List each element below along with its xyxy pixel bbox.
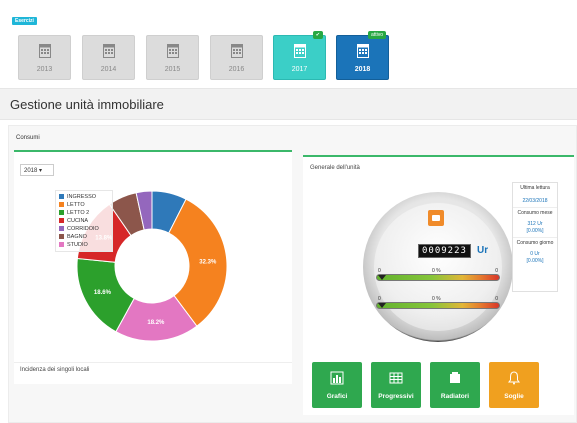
legend-swatch: [59, 226, 64, 232]
meter-counter: 0009223: [418, 244, 471, 258]
year-label: 2018: [354, 66, 371, 73]
chart-legend: INGRESSO LETTO LETTO 2 CUCINA CORRIDOIO …: [55, 190, 113, 252]
year-label: 2017: [291, 66, 308, 73]
meter-unit: Ur: [477, 245, 489, 256]
legend-label: BAGNO: [67, 234, 87, 240]
info-label: Consumo mese: [517, 210, 553, 216]
caption-box: [14, 362, 292, 384]
legend-label: STUDIO: [67, 242, 88, 248]
legend-item[interactable]: INGRESSO: [59, 193, 109, 201]
chart-caption: Incidenza dei singoli locali: [20, 367, 90, 373]
year-dropdown[interactable]: 2018 ▾: [20, 164, 54, 176]
consumi-section-label: Consumi: [16, 135, 40, 141]
legend-label: LETTO 2: [67, 210, 90, 216]
year-tile-2013[interactable]: 2013: [18, 35, 71, 80]
generale-title: Generale dell'unità: [310, 165, 360, 171]
radiatori-button[interactable]: Radiatori: [430, 362, 480, 408]
gauge-track: [376, 274, 500, 281]
page-title-bar: Gestione unità immobiliare: [0, 88, 577, 120]
consumption-gauge-bar: 0 0 % 0: [376, 268, 500, 282]
active-badge: attivo: [368, 31, 386, 39]
closed-check-badge: ✔: [312, 31, 323, 39]
slice-label: 32.3%: [199, 259, 217, 265]
consumption-gauge-bar: 0 0 % 0: [376, 296, 500, 310]
calendar-icon: [356, 44, 369, 58]
gauge-track: [376, 302, 500, 309]
info-row: Consumo mese 312 Ur [0.00%]: [513, 208, 557, 238]
year-label: 2014: [100, 66, 117, 73]
progressivi-button[interactable]: Progressivi: [371, 362, 421, 408]
table-icon: [389, 372, 403, 384]
grafici-button[interactable]: Grafici: [312, 362, 362, 408]
legend-item[interactable]: BAGNO: [59, 233, 109, 241]
legend-swatch: [59, 210, 64, 216]
legend-item[interactable]: STUDIO: [59, 241, 109, 249]
legend-label: CORRIDOIO: [67, 226, 99, 232]
year-tile-2018[interactable]: attivo 2018: [336, 31, 389, 80]
info-row: Ultima lettura 22/03/2018: [513, 183, 557, 208]
year-tile-2016[interactable]: 2016: [210, 35, 263, 80]
info-value: 22/03/2018: [522, 198, 548, 204]
reading-info-box: Ultima lettura 22/03/2018 Consumo mese 3…: [512, 182, 558, 292]
info-value: 312 Ur: [527, 221, 543, 227]
legend-item[interactable]: LETTO: [59, 201, 109, 209]
button-label: Grafici: [326, 393, 348, 400]
legend-label: CUCINA: [67, 218, 89, 224]
calendar-icon: [102, 44, 115, 58]
year-tile-2014[interactable]: 2014: [82, 35, 135, 80]
year-label: 2016: [228, 66, 245, 73]
legend-item[interactable]: CORRIDOIO: [59, 225, 109, 233]
info-label: Ultima lettura: [520, 185, 550, 191]
gauge-marker: [378, 275, 386, 280]
legend-item[interactable]: CUCINA: [59, 217, 109, 225]
info-label: Consumo giorno: [516, 240, 554, 246]
radiator-icon: [428, 210, 444, 226]
year-label: 2013: [36, 66, 53, 73]
gauge-marker: [378, 303, 386, 308]
legend-label: LETTO: [67, 202, 85, 208]
bell-icon: [508, 371, 520, 385]
info-row: Consumo giorno 0 Ur [0.00%]: [513, 238, 557, 267]
slice-label: 18.2%: [147, 320, 165, 326]
legend-swatch: [59, 202, 64, 208]
calendar-icon: [166, 44, 179, 58]
legend-label: INGRESSO: [67, 194, 97, 200]
legend-swatch: [59, 234, 64, 240]
info-value-percent: [0.00%]: [526, 258, 544, 264]
legend-swatch: [59, 194, 64, 200]
soglie-button[interactable]: Soglie: [489, 362, 539, 408]
button-label: Progressivi: [378, 393, 414, 400]
legend-swatch: [59, 242, 64, 248]
button-label: Radiatori: [440, 393, 470, 400]
calendar-icon: [293, 44, 306, 58]
year-tile-2017[interactable]: ✔ 2017: [273, 31, 326, 80]
slice-label: 18.6%: [94, 290, 112, 296]
page-title: Gestione unità immobiliare: [10, 97, 164, 112]
year-tile-2015[interactable]: 2015: [146, 35, 199, 80]
info-value: 0 Ur: [530, 251, 540, 257]
calendar-icon: [230, 44, 243, 58]
button-label: Soglie: [504, 393, 524, 400]
legend-swatch: [59, 218, 64, 224]
esercizi-badge: Esercizi: [12, 17, 37, 25]
bar-chart-icon: [330, 371, 344, 385]
year-selector-bar: Esercizi 2013 2014 2015 2016 ✔ 2017 atti…: [0, 0, 577, 88]
info-value-percent: [0.00%]: [526, 228, 544, 234]
legend-item[interactable]: LETTO 2: [59, 209, 109, 217]
radiator-icon: [450, 372, 460, 383]
year-label: 2015: [164, 66, 181, 73]
calendar-icon: [38, 44, 51, 58]
